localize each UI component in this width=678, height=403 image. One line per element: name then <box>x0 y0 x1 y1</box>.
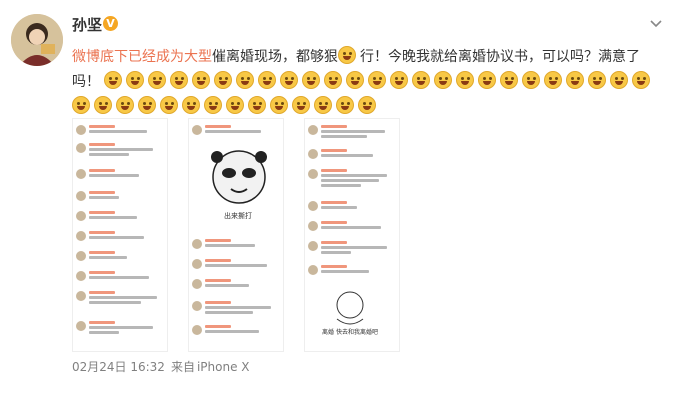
smile-emoji-icon <box>138 96 156 114</box>
smile-emoji-icon <box>588 71 607 89</box>
panda-sticker-image <box>211 150 267 204</box>
topic-link[interactable]: 微博底下已经成为大型 <box>72 49 212 65</box>
source-device-link[interactable]: iPhone X <box>197 360 250 374</box>
smile-emoji-icon <box>336 96 354 114</box>
smile-emoji-icon <box>270 96 288 114</box>
smile-emoji-icon <box>160 96 178 114</box>
smile-emoji-icon <box>434 71 453 89</box>
sweat-emoji-icon <box>338 46 356 64</box>
smile-emoji-icon <box>214 71 233 89</box>
smile-emoji-icon <box>72 96 90 114</box>
verified-icon: V <box>103 16 118 31</box>
smile-emoji-icon <box>182 96 200 114</box>
smile-emoji-icon <box>94 96 112 114</box>
drawing-caption: 离婚 快去和我离婚吧 <box>322 329 378 336</box>
smile-emoji-icon <box>292 96 310 114</box>
smile-emoji-icon <box>324 71 343 89</box>
smile-emoji-icon <box>126 71 145 89</box>
smile-emoji-icon <box>566 71 585 89</box>
smile-emoji-icon <box>412 71 431 89</box>
smile-emoji-icon <box>610 71 629 89</box>
post-text: 微博底下已经成为大型催离婚现场，都够狠 行！今晚我就给离婚协议书，可以吗？满意了吗… <box>72 45 657 120</box>
smile-emoji-icon <box>302 71 321 89</box>
post-text-part1: 催离婚现场，都够狠 <box>212 49 338 65</box>
source-prefix: 来自 <box>170 360 195 374</box>
smile-emoji-icon <box>314 96 332 114</box>
smile-emoji-icon <box>368 71 387 89</box>
screenshot-2[interactable]: 出来撕打 <box>188 118 284 352</box>
timestamp-link[interactable]: 02月24日 16:32 <box>72 360 165 374</box>
smile-emoji-icon <box>226 96 244 114</box>
smile-emoji-icon <box>116 96 134 114</box>
screenshot-3[interactable]: 离婚 快去和我离婚吧 <box>304 118 400 352</box>
smile-emoji-icon <box>104 71 123 89</box>
smile-emoji-icon <box>346 71 365 89</box>
smile-emoji-icon <box>248 96 266 114</box>
smile-emoji-icon <box>258 71 277 89</box>
smile-emoji-icon <box>204 96 222 114</box>
smile-emoji-icon <box>478 71 497 89</box>
image-grid: 出来撕打 离婚 快去和我离婚吧 <box>72 118 412 352</box>
screenshot-1[interactable] <box>72 118 168 352</box>
smile-emoji-icon <box>456 71 475 89</box>
avatar-image <box>11 14 63 66</box>
chevron-down-icon[interactable] <box>648 16 664 32</box>
smile-emoji-icon <box>280 71 299 89</box>
smile-emoji-icon <box>192 71 211 89</box>
smile-emoji-icon <box>500 71 519 89</box>
author-name[interactable]: 孙坚 <box>72 14 102 35</box>
avatar[interactable] <box>11 14 63 66</box>
smile-emoji-icon <box>544 71 563 89</box>
post-meta: 02月24日 16:32 来自 iPhone X <box>72 358 256 375</box>
weibo-post-card: 孙坚 V 微博底下已经成为大型催离婚现场，都够狠 行！今晚我就给离婚协议书，可以吗… <box>0 0 678 403</box>
emoji-row <box>72 71 654 115</box>
smile-emoji-icon <box>170 71 189 89</box>
smile-emoji-icon <box>390 71 409 89</box>
smile-emoji-icon <box>148 71 167 89</box>
smile-emoji-icon <box>236 71 255 89</box>
smile-emoji-icon <box>632 71 651 89</box>
drawing-image <box>336 291 364 325</box>
sticker-caption: 出来撕打 <box>224 212 252 220</box>
smile-emoji-icon <box>358 96 376 114</box>
smile-emoji-icon <box>522 71 541 89</box>
